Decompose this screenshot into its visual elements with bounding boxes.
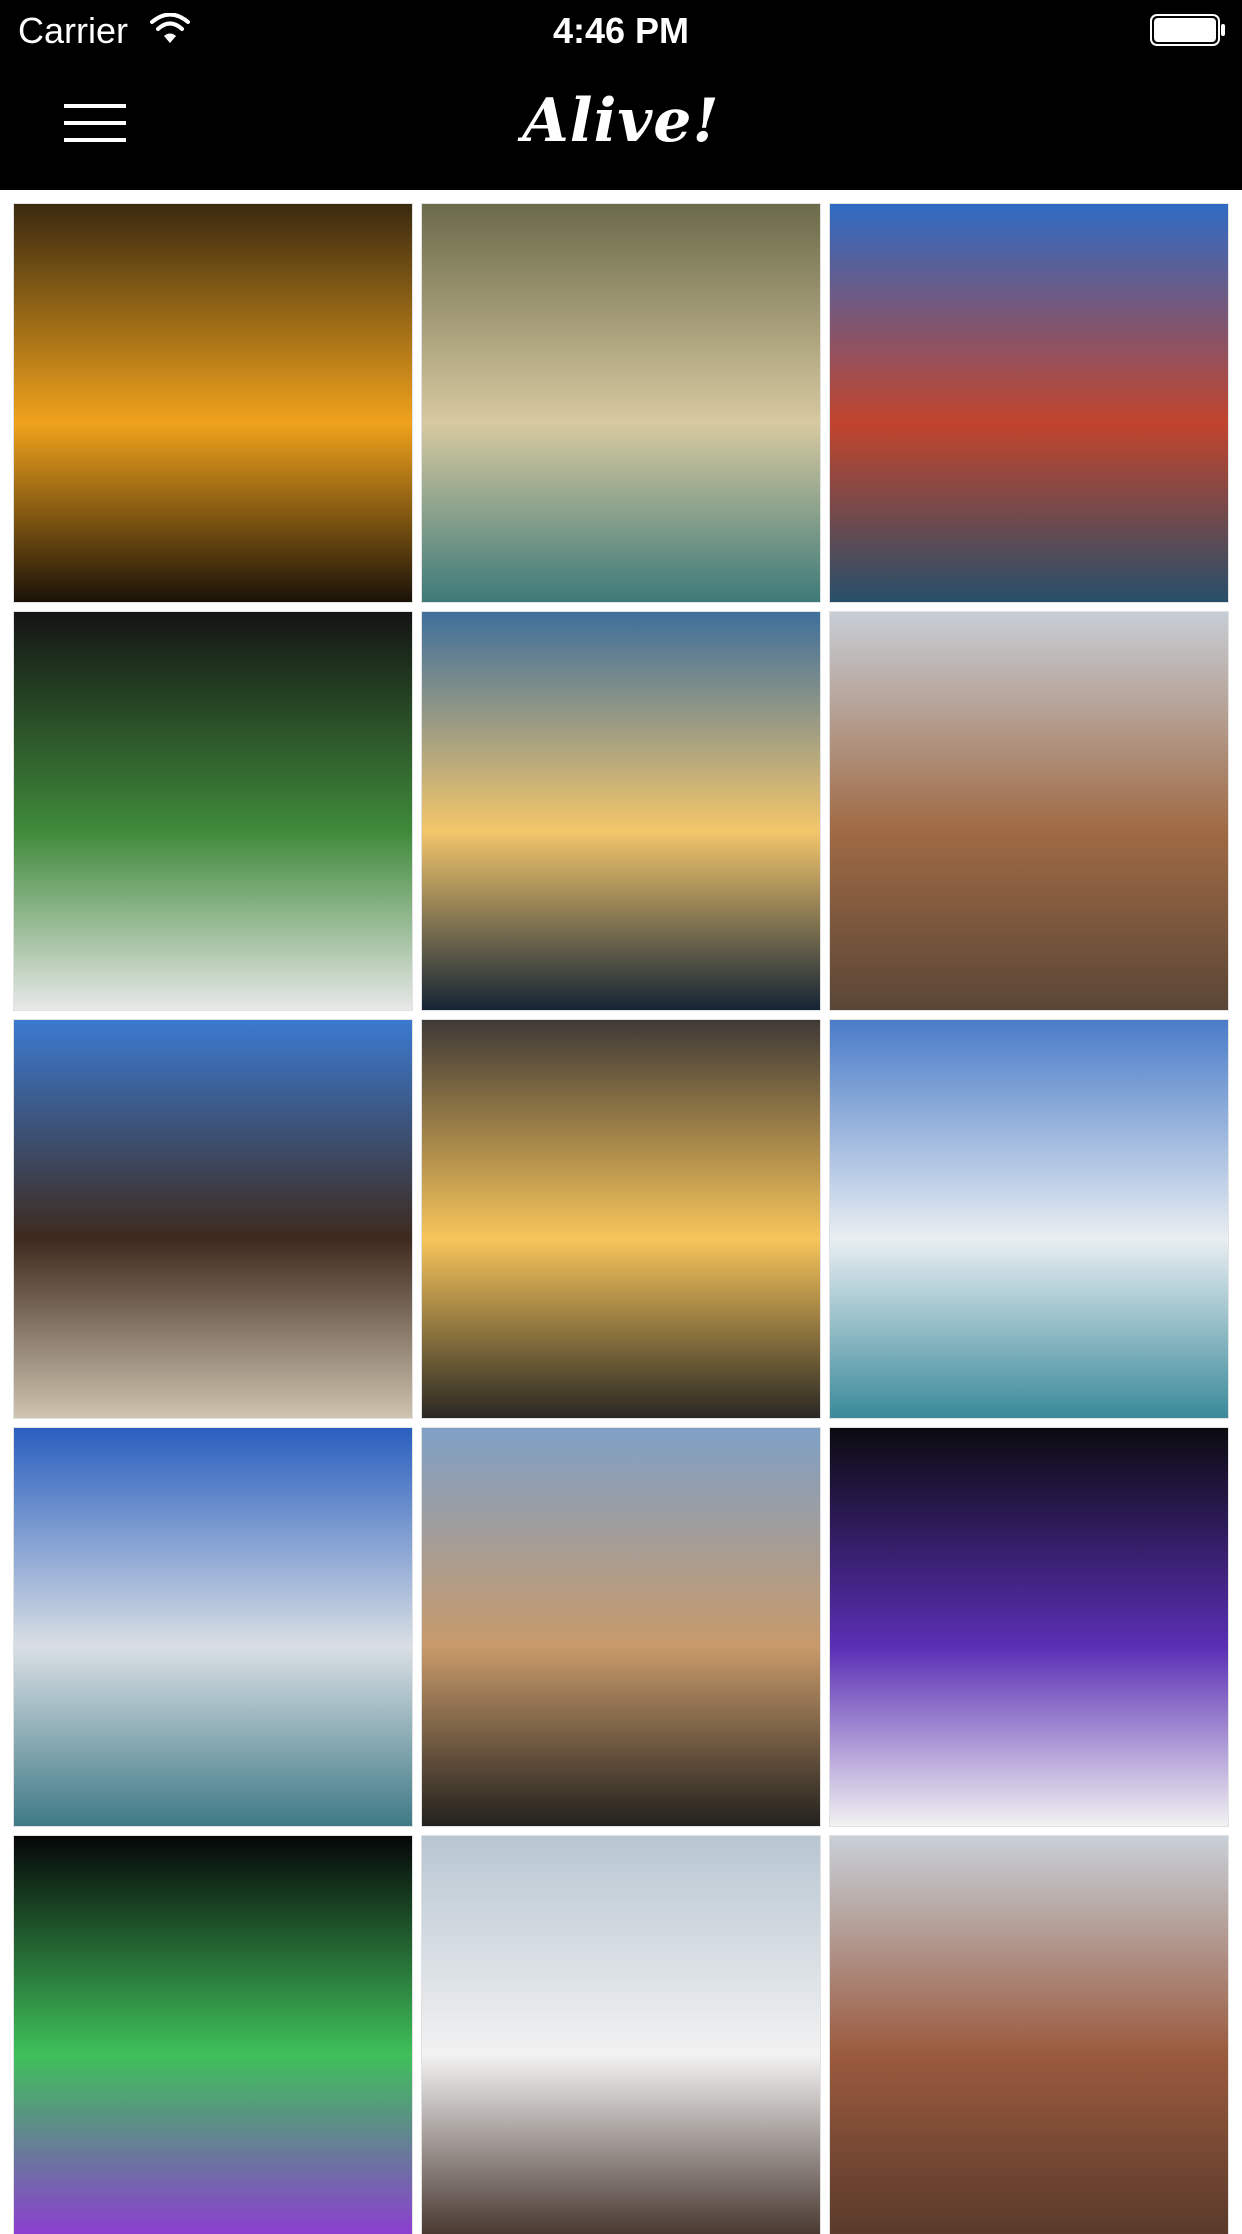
photo-coastal-cliff-waterfall[interactable] [422, 204, 820, 602]
photo-rock-arch-beach[interactable] [14, 1020, 412, 1418]
app-logo: Alive! [522, 86, 720, 156]
status-time: 4:46 PM [552, 10, 690, 51]
photo-ocean-sunset[interactable] [14, 204, 412, 602]
photo-venetian-canal[interactable] [422, 1428, 820, 1826]
photo-bellagio-fountains-day[interactable] [830, 1020, 1228, 1418]
photo-grid [0, 190, 1242, 2234]
status-bar: Carrier 4:46 PM [0, 0, 1242, 62]
photo-grand-canyon[interactable] [830, 1836, 1228, 2234]
photo-castle-fireworks-green[interactable] [14, 1836, 412, 2234]
photo-courtyard-event[interactable] [830, 612, 1228, 1010]
battery-full-icon [1150, 14, 1225, 46]
photo-bellagio-fountains[interactable] [14, 1428, 412, 1826]
photo-harbor-sunset[interactable] [422, 612, 820, 1010]
photo-santa-monica-route-66[interactable] [422, 1836, 820, 2234]
photo-beach-sunset[interactable] [422, 1020, 820, 1418]
photo-night-stadium[interactable] [14, 612, 412, 1010]
navigation-bar: Alive! [0, 62, 1242, 190]
photo-golden-gate-bridge[interactable] [830, 204, 1228, 602]
photo-castle-fireworks[interactable] [830, 1428, 1228, 1826]
